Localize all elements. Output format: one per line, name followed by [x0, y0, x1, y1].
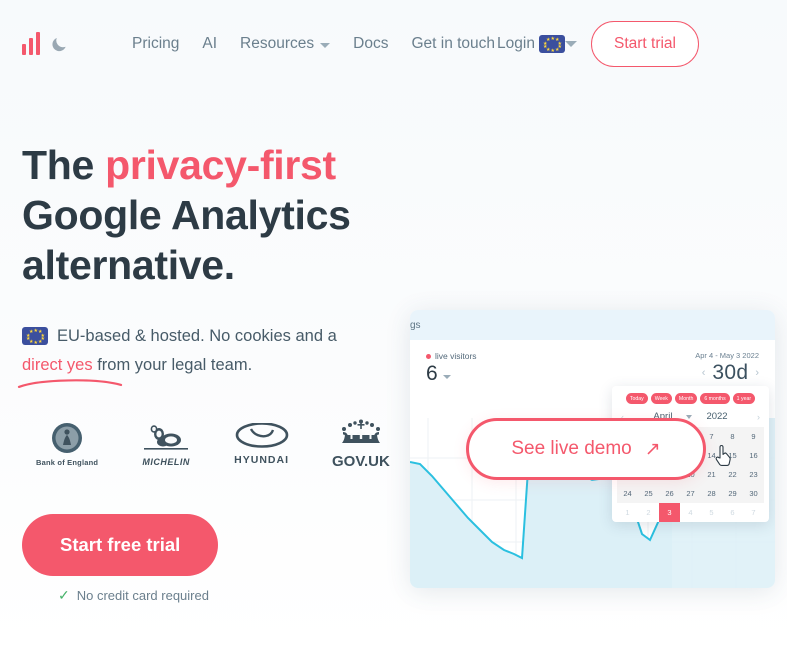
dashboard-topbar-label: gs	[410, 319, 421, 331]
client-logo-bank-of-england: Bank of England	[36, 421, 98, 467]
nav-item-label: AI	[202, 35, 218, 52]
calendar-day[interactable]: 28	[701, 484, 722, 503]
brand-logo[interactable]	[22, 32, 69, 55]
quick-range-pills: Today Week Month 6 months 1 year	[617, 393, 764, 404]
live-visitors-value: 6	[426, 362, 438, 385]
client-logo-govuk: GOV.UK	[332, 418, 390, 470]
client-logo-label: Bank of England	[36, 458, 99, 467]
date-range-selector: Apr 4 - May 3 2022 ‹ 30d ›	[695, 351, 759, 386]
client-logo-label: MICHELIN	[142, 456, 190, 467]
prev-period-arrow-icon[interactable]: ‹	[702, 367, 706, 379]
chevron-down-icon	[320, 42, 331, 48]
headline-part-2: Google Analytics alternative.	[22, 192, 351, 288]
client-logo-label: HYUNDAI	[234, 453, 290, 466]
calendar-day[interactable]: 5	[701, 503, 722, 522]
calendar-day[interactable]: 24	[617, 484, 638, 503]
no-credit-card-note: ✓ No credit card required	[22, 587, 422, 604]
nav-item-label: Resources	[240, 35, 315, 52]
login-link[interactable]: Login	[497, 35, 535, 53]
nav-item-get-in-touch[interactable]: Get in touch	[411, 35, 495, 53]
range-pill-1-year[interactable]: 1 year	[732, 393, 756, 404]
hero-subtitle: ★ ★ ★ ★ ★ ★ ★ ★ ★ ★ EU-based & hosted. N…	[17, 322, 387, 389]
see-live-demo-label: See live demo	[511, 438, 632, 459]
calendar-day[interactable]: 1	[617, 503, 638, 522]
pointing-hand-cursor-icon	[715, 444, 731, 466]
calendar-day[interactable]: 9	[743, 427, 764, 446]
underline-stroke-icon	[17, 379, 123, 389]
start-free-trial-button[interactable]: Start free trial	[22, 514, 219, 576]
nav-item-label: Docs	[353, 35, 389, 52]
calendar-day[interactable]: 27	[680, 484, 701, 503]
live-visitors-stat: live visitors 6	[426, 351, 477, 386]
michelin-logo-icon	[144, 424, 189, 450]
dashboard-stat-row: live visitors 6 Apr 4 - May 3 2022 ‹ 30d…	[410, 340, 775, 386]
calendar-day[interactable]: 26	[659, 484, 680, 503]
calendar-day[interactable]: 4	[680, 503, 701, 522]
hyundai-logo-icon	[235, 422, 288, 448]
live-visitors-value-row[interactable]: 6	[426, 362, 477, 386]
calendar-day[interactable]: 6	[722, 503, 743, 522]
nav-item-pricing[interactable]: Pricing	[132, 35, 179, 53]
headline-part-1: The	[22, 142, 106, 188]
calendar-day[interactable]: 23	[743, 465, 764, 484]
eu-flag-icon: ★ ★ ★ ★ ★ ★ ★ ★ ★ ★	[22, 327, 48, 346]
nav-links: Pricing AI Resources Docs Get in touch	[132, 35, 495, 53]
calendar-day[interactable]: 30	[743, 484, 764, 503]
range-pill-week[interactable]: Week	[650, 393, 672, 404]
range-picker-row: ‹ 30d ›	[695, 361, 759, 385]
arrow-up-right-icon: ↗	[644, 438, 661, 460]
client-logos-row: Bank of England MICHELIN HYUNDAI GOV.UK	[22, 418, 422, 470]
client-logo-michelin: MICHELIN	[141, 422, 191, 467]
page-title: The privacy-first Google Analytics alter…	[22, 140, 422, 290]
subtitle-highlight: direct yes	[22, 356, 93, 374]
chevron-down-icon	[686, 414, 693, 419]
chevron-down-icon	[442, 375, 451, 379]
top-navbar: Pricing AI Resources Docs Get in touch L…	[0, 0, 787, 88]
nav-item-label: Pricing	[132, 35, 180, 52]
bar-chart-logo-icon[interactable]	[22, 32, 40, 55]
range-pill-6-months[interactable]: 6 months	[700, 393, 730, 404]
next-period-arrow-icon[interactable]: ›	[755, 367, 759, 379]
live-visitors-label: live visitors	[435, 351, 477, 361]
range-pill-today[interactable]: Today	[625, 393, 648, 404]
date-range-label: Apr 4 - May 3 2022	[695, 351, 759, 360]
bank-of-england-logo-icon	[52, 423, 83, 453]
dashboard-topbar: gs	[410, 310, 775, 340]
live-visitors-label-row: live visitors	[426, 351, 477, 361]
calendar-day[interactable]: 16	[743, 446, 764, 465]
calendar-year-label: 2022	[706, 411, 728, 422]
subtitle-text-2: from your legal team.	[92, 356, 253, 374]
subtitle-text-1: EU-based & hosted. No cookies and a	[57, 327, 337, 345]
nav-item-resources[interactable]: Resources	[240, 35, 331, 53]
no-credit-card-label: No credit card required	[76, 588, 209, 603]
calendar-next-month-icon[interactable]: ›	[757, 412, 760, 422]
client-logo-label: GOV.UK	[332, 453, 390, 470]
see-live-demo-button[interactable]: See live demo ↗	[466, 418, 706, 480]
calendar-day[interactable]: 2	[638, 503, 659, 522]
calendar-day[interactable]: 25	[638, 484, 659, 503]
check-icon: ✓	[58, 587, 70, 603]
calendar-day-selected[interactable]: 3	[659, 503, 680, 522]
nav-item-ai[interactable]: AI	[202, 35, 217, 53]
nav-item-docs[interactable]: Docs	[353, 35, 388, 53]
calendar-day[interactable]: 7	[743, 503, 764, 522]
subtitle-highlight-wrapper: direct yes	[17, 351, 123, 389]
hero-left-column: The privacy-first Google Analytics alter…	[17, 88, 422, 604]
calendar-day[interactable]: 29	[722, 484, 743, 503]
nav-right-group: Login ★ ★ ★ ★ ★ ★ ★ ★ ★ ★ Start trial	[497, 21, 699, 67]
cta-block: Start free trial ✓ No credit card requir…	[22, 514, 422, 604]
range-value-label[interactable]: 30d	[712, 361, 748, 385]
client-logo-hyundai: HYUNDAI	[234, 422, 290, 466]
eu-flag-icon[interactable]: ★ ★ ★ ★ ★ ★ ★ ★ ★ ★	[539, 35, 566, 54]
nav-item-label: Get in touch	[411, 35, 496, 52]
live-dot-icon	[426, 353, 431, 359]
headline-accent: privacy-first	[105, 142, 336, 188]
moon-icon[interactable]	[50, 35, 69, 54]
govuk-crown-logo-icon	[341, 419, 380, 443]
start-trial-button[interactable]: Start trial	[590, 21, 699, 67]
range-pill-month[interactable]: Month	[674, 393, 698, 404]
language-chevron-down-icon[interactable]	[564, 41, 577, 47]
